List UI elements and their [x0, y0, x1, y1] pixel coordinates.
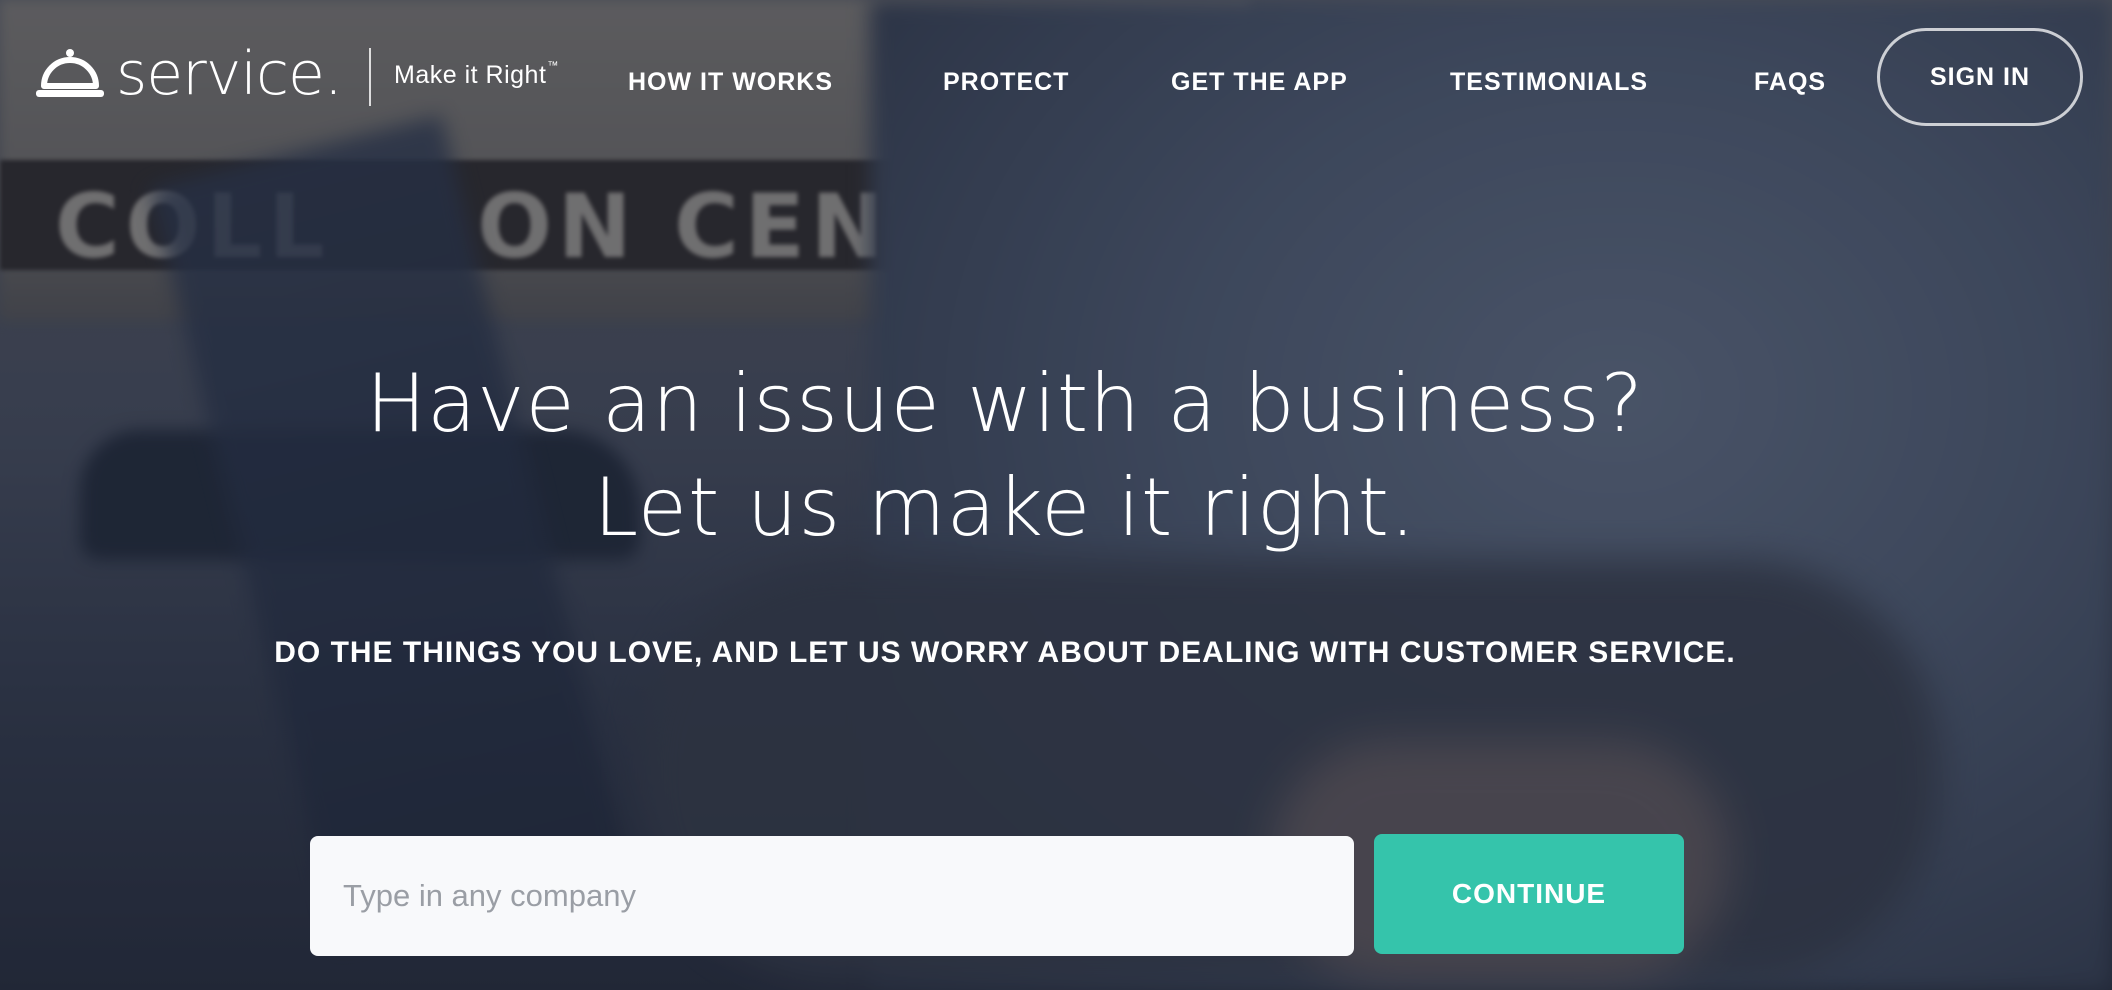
nav-testimonials[interactable]: TESTIMONIALS — [1450, 68, 1648, 97]
company-search-input[interactable] — [310, 836, 1354, 956]
logo-wordmark: service. — [116, 39, 343, 109]
nav-get-the-app[interactable]: GET THE APP — [1171, 68, 1348, 97]
trademark-mark: ™ — [547, 60, 559, 72]
service-bell-icon — [36, 46, 104, 102]
hero-headline: Have an issue with a business? Let us ma… — [0, 352, 2010, 560]
headline-line-1: Have an issue with a business? — [365, 357, 1644, 450]
logo-link[interactable]: service. — [36, 39, 343, 109]
nav-faqs[interactable]: FAQS — [1754, 68, 1826, 97]
headline-line-2: Let us make it right. — [593, 461, 1417, 554]
continue-button[interactable]: CONTINUE — [1374, 834, 1684, 954]
site-header: service. Make it Right™ HOW IT WORKS PRO… — [0, 0, 2112, 170]
hero-subheading: DO THE THINGS YOU LOVE, AND LET US WORRY… — [274, 636, 1736, 669]
logo-divider — [369, 48, 371, 106]
sign-in-button[interactable]: SIGN IN — [1877, 28, 2083, 126]
tagline-text: Make it Right — [394, 61, 547, 89]
nav-protect[interactable]: PROTECT — [943, 68, 1069, 97]
nav-how-it-works[interactable]: HOW IT WORKS — [628, 68, 833, 97]
tagline: Make it Right™ — [394, 60, 559, 90]
hero-section: COLL ON CENTER service. Make it Right™ H… — [0, 0, 2112, 990]
